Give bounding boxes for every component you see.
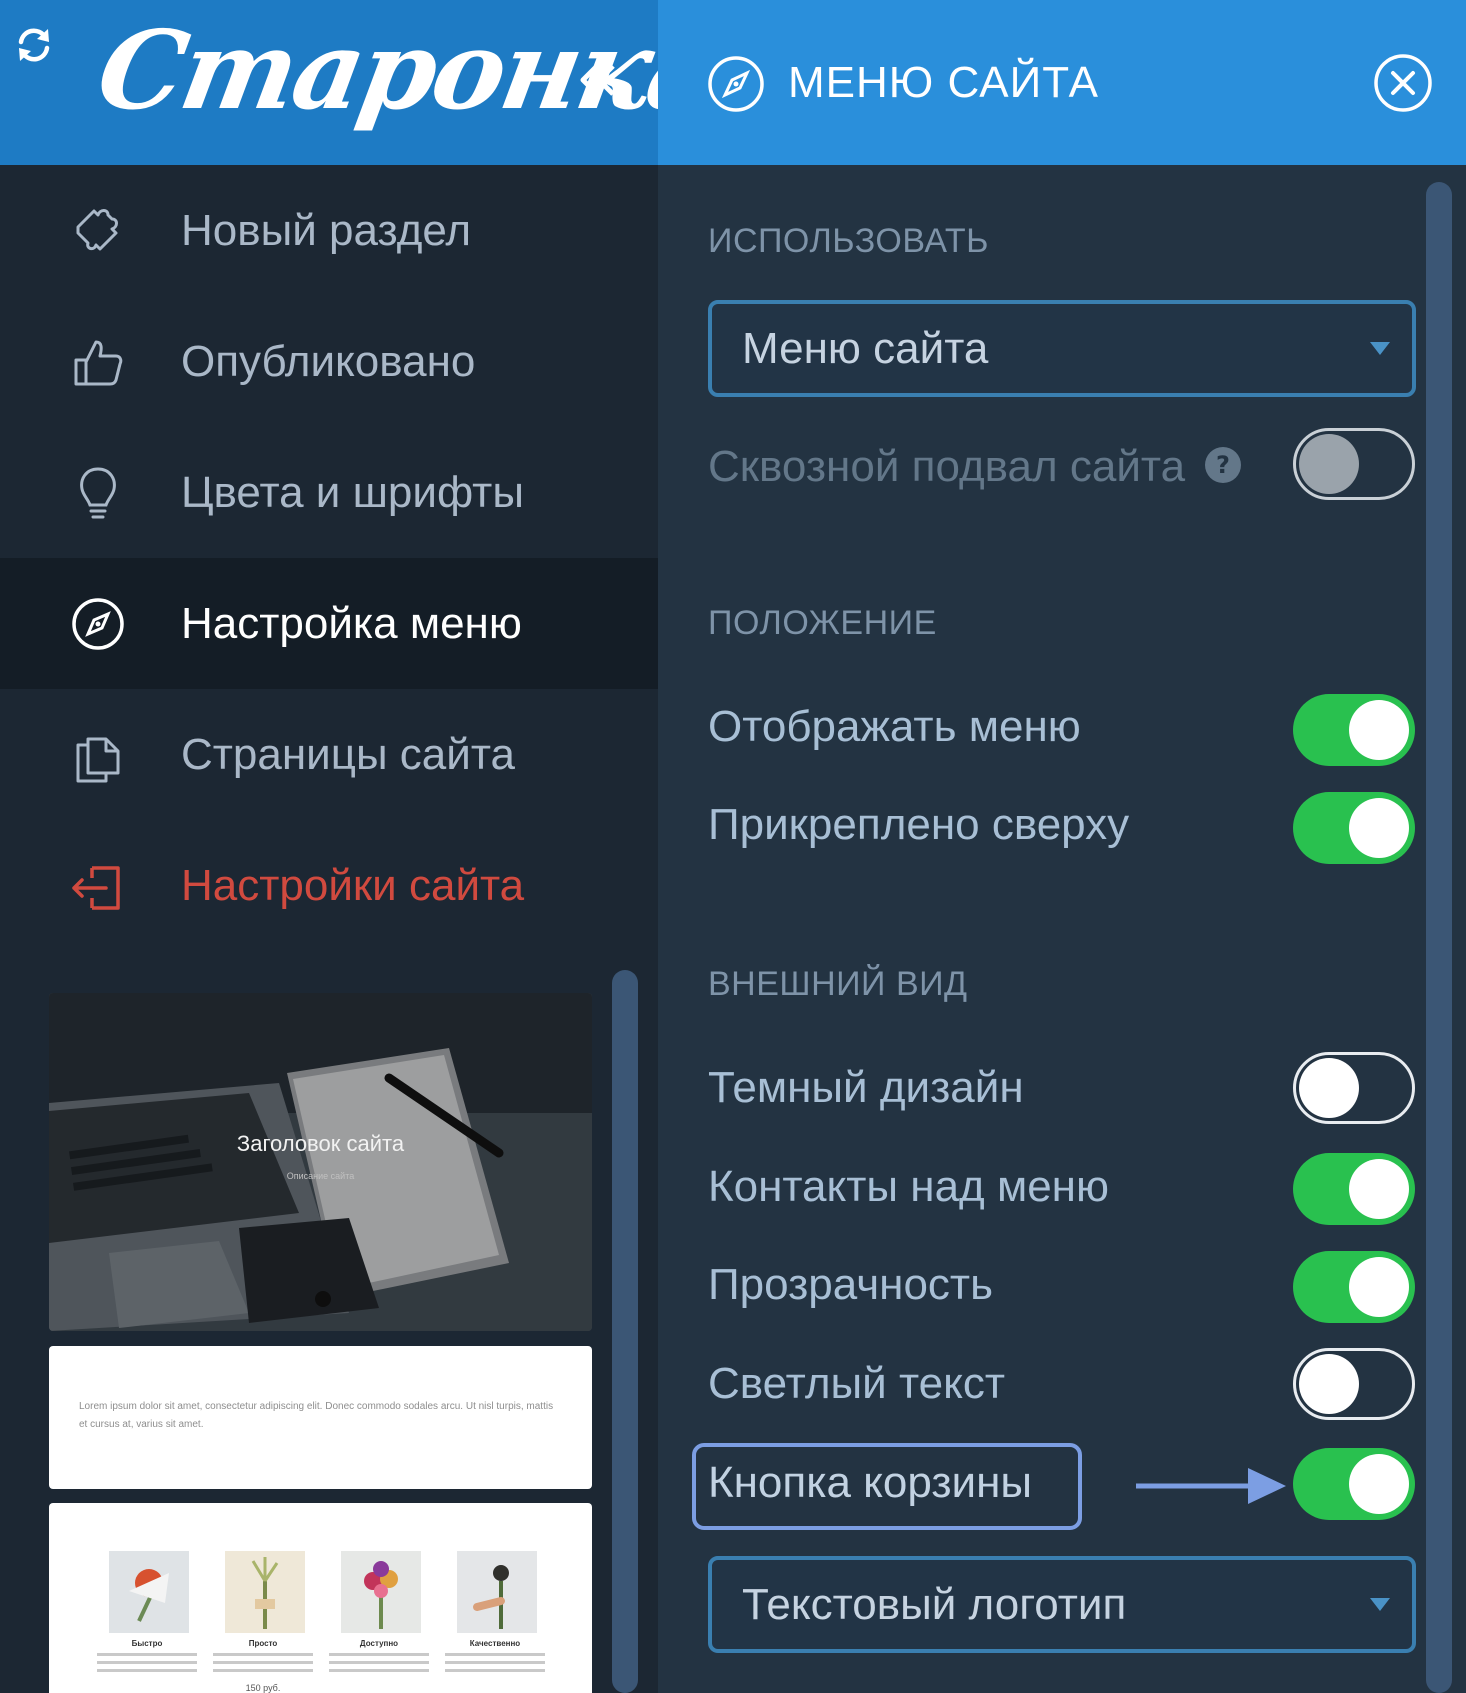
arrow-right-icon — [1136, 1468, 1286, 1504]
contacts-above-menu-label: Контакты над меню — [708, 1162, 1109, 1211]
product-name: Просто — [248, 1639, 278, 1648]
cart-button-label: Кнопка корзины — [708, 1458, 1033, 1507]
panel-scrollbar[interactable] — [1426, 182, 1452, 1693]
puzzle-icon — [68, 201, 128, 261]
logo-type-select[interactable]: Текстовый логотип — [708, 1556, 1416, 1653]
thumbs-up-icon — [68, 332, 128, 392]
sidebar-item-new-section[interactable]: Новый раздел — [0, 165, 658, 296]
preview-products-block[interactable]: Быстро Просто 150 руб. Доступно Качестве… — [49, 1503, 592, 1693]
dark-design-label: Темный дизайн — [708, 1063, 1024, 1112]
sidebar-item-site-pages[interactable]: Страницы сайта — [0, 689, 658, 820]
product-price: 150 руб. — [245, 1683, 281, 1693]
chevron-down-icon — [1370, 1598, 1390, 1611]
preview-hero-block[interactable]: Заголовок сайта Описание сайта — [49, 993, 592, 1331]
sidebar-item-site-settings[interactable]: Настройки сайта — [0, 820, 658, 951]
panel-title: МЕНЮ САЙТА — [788, 58, 1099, 107]
product-name: Быстро — [131, 1639, 163, 1648]
sidebar-nav: Новый раздел Опубликовано Цвета и шрифты… — [0, 165, 658, 951]
svg-text:?: ? — [1216, 451, 1230, 479]
hero-background-image — [49, 993, 592, 1331]
section-label-use: ИСПОЛЬЗОВАТЬ — [708, 222, 989, 260]
light-text-toggle[interactable] — [1293, 1348, 1415, 1420]
bouquet-image — [341, 1551, 421, 1633]
use-select[interactable]: Меню сайта — [708, 300, 1416, 397]
footer-toggle[interactable] — [1293, 428, 1415, 500]
sticky-top-toggle[interactable] — [1293, 792, 1415, 864]
section-label-appearance: ВНЕШНИЙ ВИД — [708, 965, 968, 1003]
compass-icon — [68, 594, 128, 654]
sidebar-item-label: Опубликовано — [181, 336, 476, 386]
section-label-position: ПОЛОЖЕНИЕ — [708, 604, 937, 642]
sidebar-item-label: Страницы сайта — [181, 729, 515, 779]
show-menu-label: Отображать меню — [708, 702, 1081, 751]
preview-hero-title: Заголовок сайта — [236, 1131, 405, 1156]
show-menu-toggle[interactable] — [1293, 694, 1415, 766]
sidebar-header: Старонка — [0, 0, 658, 165]
sidebar-item-label: Новый раздел — [181, 205, 472, 255]
help-icon[interactable]: ? — [1204, 446, 1242, 484]
refresh-icon[interactable] — [14, 25, 54, 65]
sidebar-item-menu-settings[interactable]: Настройка меню — [0, 558, 658, 689]
preview-paragraph: Lorem ipsum dolor sit amet, consectetur … — [79, 1401, 554, 1430]
bouquet-image — [457, 1551, 537, 1633]
transparency-toggle[interactable] — [1293, 1251, 1415, 1323]
logo-type-select-value: Текстовый логотип — [742, 1580, 1127, 1629]
sidebar-item-colors-fonts[interactable]: Цвета и шрифты — [0, 427, 658, 558]
transparency-label: Прозрачность — [708, 1260, 993, 1309]
product-name: Качественно — [469, 1639, 521, 1648]
sticky-top-label: Прикреплено сверху — [708, 800, 1130, 849]
pages-icon — [68, 725, 128, 785]
chevron-down-icon — [1370, 342, 1390, 355]
exit-icon — [68, 856, 128, 916]
dark-design-toggle[interactable] — [1293, 1052, 1415, 1124]
sidebar-item-published[interactable]: Опубликовано — [0, 296, 658, 427]
logo-text: Старонка — [88, 8, 658, 134]
sidebar-scrollbar[interactable] — [612, 970, 638, 1693]
compass-icon — [708, 56, 764, 112]
preview-hero-subtitle: Описание сайта — [286, 1171, 355, 1181]
sidebar-item-label: Цвета и шрифты — [181, 467, 524, 517]
cart-button-toggle[interactable] — [1293, 1448, 1415, 1520]
bouquet-image — [225, 1551, 305, 1633]
sidebar-item-label: Настройки сайта — [181, 860, 525, 910]
sidebar-item-label: Настройка меню — [181, 598, 522, 648]
collapse-sidebar-icon[interactable] — [578, 60, 618, 100]
close-icon[interactable] — [1372, 52, 1434, 114]
left-sidebar: Старонка Новый раздел Опубликовано Цвета… — [0, 0, 658, 1693]
footer-toggle-label: Сквозной подвал сайта — [708, 442, 1186, 491]
logo[interactable]: Старонка — [89, 0, 658, 160]
product-name: Доступно — [359, 1639, 399, 1648]
use-select-value: Меню сайта — [742, 324, 989, 373]
panel-header: МЕНЮ САЙТА — [658, 0, 1466, 165]
lightbulb-icon — [68, 463, 128, 523]
menu-settings-panel: МЕНЮ САЙТА ИСПОЛЬЗОВАТЬ Меню сайта Сквоз… — [658, 0, 1466, 1693]
bouquet-image — [109, 1551, 189, 1633]
contacts-above-menu-toggle[interactable] — [1293, 1153, 1415, 1225]
light-text-label: Светлый текст — [708, 1359, 1005, 1408]
preview-text-block[interactable]: Lorem ipsum dolor sit amet, consectetur … — [49, 1346, 592, 1489]
